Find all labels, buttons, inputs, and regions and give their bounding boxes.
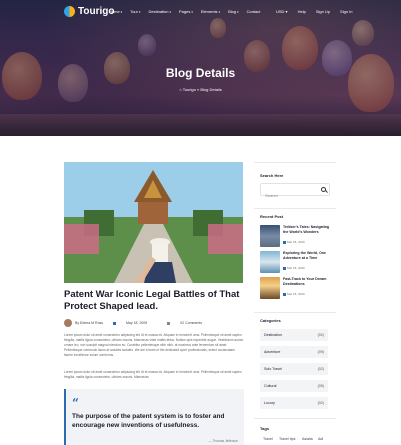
- menu-item-elements[interactable]: Elements▾: [201, 9, 220, 14]
- category-item[interactable]: Adventure (09): [260, 346, 328, 358]
- page-title: Blog Details: [165, 66, 236, 80]
- avatar: [64, 319, 72, 327]
- menu-item-destination[interactable]: Destination▾: [148, 9, 171, 14]
- recent-post-item[interactable]: Trekker's Tales: Navigating the World's …: [260, 225, 335, 249]
- nav-actions: USD ▾ Help Sign Up Sign In: [276, 9, 363, 14]
- recent-post-item[interactable]: Exploring the World, One Adventure at a …: [260, 251, 335, 275]
- search-field: [260, 183, 330, 201]
- breadcrumb-home[interactable]: Tourigo: [183, 87, 196, 92]
- blockquote: “ The purpose of the patent system is to…: [64, 389, 244, 445]
- chevron-down-icon: ▾: [218, 10, 221, 14]
- menu-item-blog[interactable]: Blog▾: [228, 9, 239, 14]
- menu-item-contact[interactable]: Contact: [247, 9, 262, 14]
- breadcrumb-current: Blog Details: [200, 87, 222, 92]
- main-menu: Home▾ Tour▾ Destination▾ Pages▾ Elements…: [109, 9, 269, 14]
- post-meta: By Edena M Ross May 18, 2009 02 Comments: [64, 319, 222, 327]
- calendar-icon: [113, 321, 117, 325]
- recent-post-thumbnail: [260, 225, 280, 247]
- search-icon[interactable]: [321, 187, 326, 192]
- chevron-down-icon: ▾: [191, 10, 193, 14]
- quote-text: The purpose of the patent system is to f…: [72, 413, 225, 429]
- calendar-icon: [283, 266, 286, 270]
- category-item[interactable]: Solo Travel (02): [260, 363, 328, 375]
- recent-post-title[interactable]: Exploring the World, One Adventure at a …: [283, 251, 335, 261]
- quote-author: — Thomas Jefferson: [208, 439, 238, 443]
- menu-item-pages[interactable]: Pages▾: [179, 9, 193, 14]
- sidebar-divider: [254, 312, 336, 313]
- sidebar-divider: [254, 418, 336, 419]
- currency-select[interactable]: USD ▾: [276, 9, 288, 14]
- recent-post-date: Mar 18, 2009: [283, 292, 305, 296]
- categories-widget-title: Categories: [260, 318, 281, 323]
- recent-post-item[interactable]: Fast-Track to Your Dream Destinations Ma…: [260, 277, 335, 301]
- search-widget-title: Search Here: [260, 173, 284, 178]
- search-input[interactable]: [261, 190, 317, 201]
- tag-item[interactable]: Asialia: [302, 437, 313, 441]
- chevron-down-icon: ▾: [120, 10, 123, 14]
- chevron-down-icon: ▾: [169, 10, 172, 14]
- tag-item[interactable]: Travel: [263, 437, 273, 441]
- menu-item-tour[interactable]: Tour▾: [130, 9, 140, 14]
- signin-link[interactable]: Sign In: [340, 9, 352, 14]
- breadcrumb: ⌂ Tourigo » Blog Details: [0, 87, 401, 92]
- tag-item[interactable]: Travel tips: [279, 437, 295, 441]
- sidebar-divider: [254, 162, 336, 163]
- sidebar-divider: [254, 208, 336, 209]
- help-link[interactable]: Help: [298, 9, 306, 14]
- recent-widget-title: Recent Post: [260, 214, 284, 219]
- post-paragraph-2: Lorem ipsum dolor sit amet consectetur a…: [64, 370, 242, 379]
- post-featured-image: [64, 162, 243, 283]
- recent-post-date: Mar 18, 2009: [283, 266, 305, 270]
- recent-post-thumbnail: [260, 251, 280, 273]
- recent-post-thumbnail: [260, 277, 280, 299]
- chevron-down-icon: ▾: [138, 10, 141, 14]
- tag-item[interactable]: Adi: [318, 437, 323, 441]
- top-nav: Tourigo Home▾ Tour▾ Destination▾ Pages▾ …: [0, 6, 401, 20]
- hero-ground: [0, 114, 401, 136]
- logo[interactable]: Tourigo: [64, 6, 114, 17]
- category-item[interactable]: Luxury (02): [260, 397, 328, 409]
- menu-item-home[interactable]: Home▾: [109, 9, 122, 14]
- breadcrumb-separator: »: [197, 87, 200, 92]
- post-title: Patent War Iconic Legal Battles of That …: [64, 289, 240, 313]
- tags-widget-title: Tags: [260, 426, 270, 431]
- recent-post-title[interactable]: Trekker's Tales: Navigating the World's …: [283, 225, 335, 235]
- post-paragraph-1: Lorem ipsum dolor sit amet consectetur a…: [64, 333, 244, 357]
- comment-icon: [167, 321, 171, 325]
- hero-banner: Blog Details ⌂ Tourigo » Blog Details: [0, 0, 401, 136]
- temple-scene-image: [64, 162, 243, 283]
- home-icon: ⌂: [179, 87, 182, 92]
- logo-icon: [64, 6, 75, 17]
- chevron-down-icon: ▾: [237, 10, 239, 14]
- post-date: May 18, 2009: [113, 321, 157, 325]
- category-item[interactable]: Destination (02): [260, 329, 328, 341]
- post-author[interactable]: By Edena M Ross: [75, 321, 103, 325]
- category-item[interactable]: Cultural (05): [260, 380, 328, 392]
- calendar-icon: [283, 240, 286, 244]
- post-comments[interactable]: 02 Comments: [167, 321, 212, 325]
- signup-link[interactable]: Sign Up: [316, 9, 330, 14]
- calendar-icon: [283, 292, 286, 296]
- recent-post-date: Mar 18, 2009: [283, 240, 305, 244]
- quote-icon: “: [72, 396, 79, 410]
- recent-post-title[interactable]: Fast-Track to Your Dream Destinations: [283, 277, 335, 287]
